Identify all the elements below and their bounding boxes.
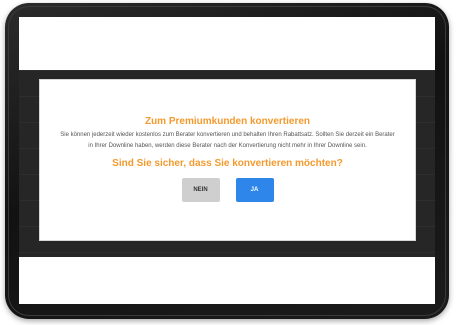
tablet-device-frame: Zum Premiumkunden konvertieren Sie könne… [5, 3, 449, 319]
dialog-question: Sind Sie sicher, dass Sie konvertieren m… [112, 158, 343, 169]
dialog-title: Zum Premiumkunden konvertieren [144, 116, 311, 127]
no-button[interactable]: NEIN [181, 178, 220, 202]
tablet-screen: Zum Premiumkunden konvertieren Sie könne… [19, 17, 435, 304]
stage: Zum Premiumkunden konvertieren Sie könne… [0, 0, 456, 325]
yes-button[interactable]: JA [235, 178, 274, 202]
modal-overlay: Zum Premiumkunden konvertieren Sie könne… [19, 70, 435, 257]
dialog-button-row: NEIN JA [40, 178, 415, 202]
confirm-convert-dialog: Zum Premiumkunden konvertieren Sie könne… [39, 79, 416, 241]
dialog-body-text: Sie können jederzeit wieder kostenlos zu… [60, 132, 395, 149]
